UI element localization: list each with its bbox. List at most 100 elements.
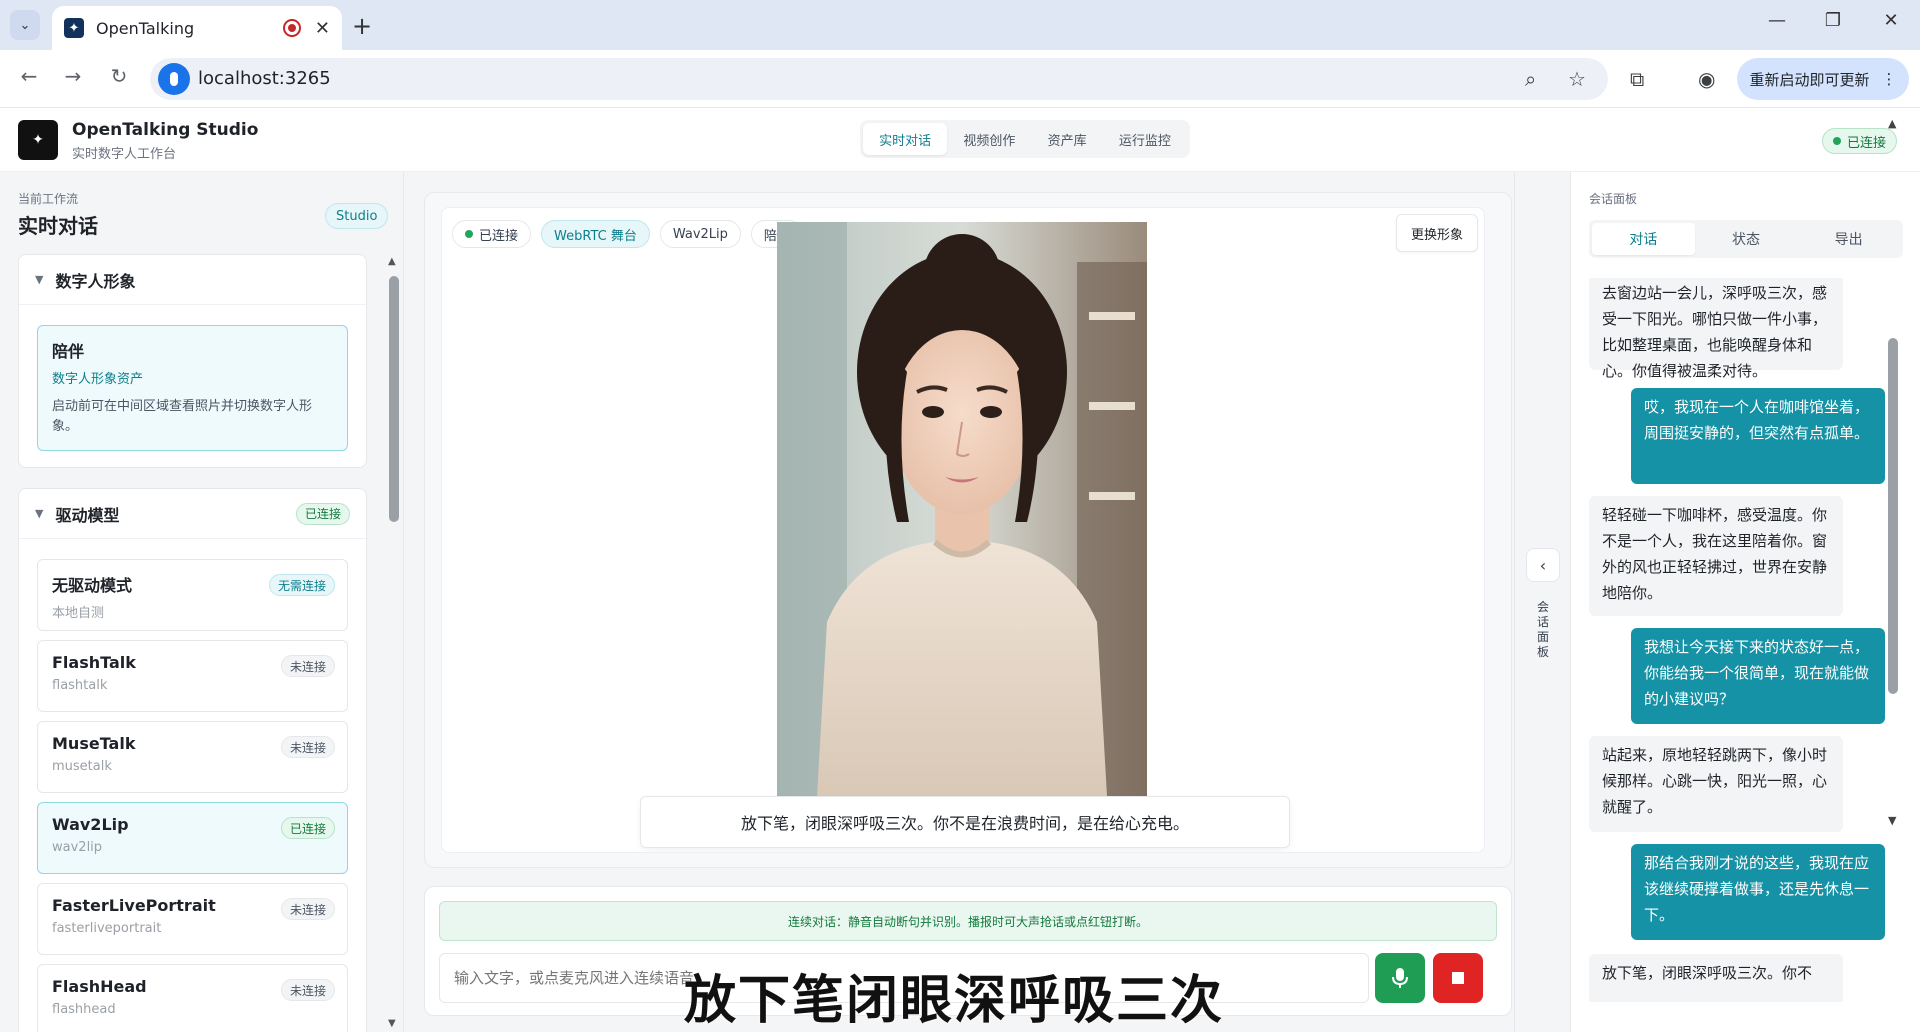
minimize-icon[interactable]: —: [1762, 10, 1792, 31]
chevron-left-icon: ‹: [1539, 555, 1547, 575]
nav-tab-realtime[interactable]: 实时对话: [863, 123, 948, 155]
forward-icon[interactable]: →: [58, 64, 88, 88]
app-header: ✦ OpenTalking Studio 实时数字人工作台 实时对话 视频创作 …: [0, 108, 1920, 172]
restore-icon[interactable]: ❐: [1818, 10, 1848, 31]
session-panel-title: 会话面板: [1589, 192, 1638, 206]
panel-collapse-strip: ‹ 会话面板: [1514, 172, 1570, 1032]
model-section-header[interactable]: ▼ 驱动模型 已连接: [19, 489, 366, 539]
collapse-panel-button[interactable]: ‹: [1526, 548, 1560, 582]
change-avatar-button[interactable]: 更换形象: [1395, 214, 1478, 252]
reload-icon[interactable]: ↻: [104, 64, 134, 88]
stage-tag-model: Wav2Lip: [659, 220, 741, 248]
stop-button[interactable]: [1433, 953, 1483, 1003]
model-status-badge: 未连接: [280, 979, 335, 1001]
main-area: 当前工作流 实时对话 Studio ▼ 数字人形象 陪伴 数字人形象资产 启动前…: [0, 172, 1920, 1032]
session-panel: 会话面板 对话 状态 导出 去窗边站一会儿，深呼吸三次，感受一下阳光。哪怕只做一…: [1570, 172, 1920, 1032]
recording-icon: [282, 19, 301, 37]
brand-title: OpenTalking Studio: [72, 120, 259, 140]
avatar-description: 启动前可在中间区域查看照片并切换数字人形象。: [52, 399, 313, 434]
nav-tab-monitor[interactable]: 运行监控: [1103, 123, 1187, 155]
tab-dialog[interactable]: 对话: [1592, 223, 1695, 255]
stage-tag-connected: 已连接: [452, 220, 532, 248]
nav-tab-assets[interactable]: 资产库: [1032, 123, 1103, 155]
model-item-none[interactable]: 无驱动模式 本地自测 无需连接: [37, 559, 348, 631]
model-sub: flashtalk: [52, 678, 108, 693]
model-item-flashhead[interactable]: FlashHead flashhead 未连接: [37, 964, 348, 1032]
tab-list-button[interactable]: ⌄: [10, 10, 40, 40]
extensions-icon[interactable]: ⧉: [1630, 67, 1644, 91]
avatar-section-header[interactable]: ▼ 数字人形象: [19, 255, 366, 305]
app-logo-icon: ✦: [18, 120, 58, 160]
chat-scroll-up-icon[interactable]: ▲: [1888, 117, 1896, 130]
avatar-section-title: 数字人形象: [55, 271, 136, 291]
left-scrollbar-thumb[interactable]: [389, 276, 399, 522]
stage-subtitle: 放下笔，闭眼深呼吸三次。你不是在浪费时间，是在给心充电。: [640, 796, 1290, 848]
omnibox[interactable]: localhost:3265 ⌕ ☆: [150, 58, 1608, 100]
chevron-down-icon: ⌄: [19, 17, 31, 33]
microphone-icon: [1392, 968, 1408, 988]
chat-message-ai: 放下笔，闭眼深呼吸三次。你不: [1589, 954, 1843, 1002]
session-tabs: 对话 状态 导出: [1589, 220, 1903, 258]
url-text[interactable]: localhost:3265: [198, 68, 331, 89]
model-sub: 本地自测: [52, 606, 105, 621]
model-section-title: 驱动模型: [55, 505, 120, 525]
model-status-badge: 无需连接: [268, 574, 335, 596]
model-item-wav2lip[interactable]: Wav2Lip wav2lip 已连接: [37, 802, 348, 874]
model-item-fasterliveportrait[interactable]: FasterLivePortrait fasterliveportrait 未连…: [37, 883, 348, 955]
status-dot-icon: [465, 230, 473, 238]
model-item-flashtalk[interactable]: FlashTalk flashtalk 未连接: [37, 640, 348, 712]
tab-title: OpenTalking: [96, 18, 195, 38]
chat-scrollbar-thumb[interactable]: [1888, 338, 1898, 694]
collapse-label: 会话面板: [1536, 600, 1549, 659]
more-menu-icon: ⋮: [1881, 70, 1897, 88]
avatar-section: ▼ 数字人形象 陪伴 数字人形象资产 启动前可在中间区域查看照片并切换数字人形象…: [18, 254, 367, 468]
stage-card: 已连接 WebRTC 舞台 Wav2Lip 陪伴 更换形象: [424, 192, 1512, 868]
main-nav: 实时对话 视频创作 资产库 运行监控: [860, 120, 1190, 158]
browser-tab[interactable]: ✦ OpenTalking ✕: [52, 6, 342, 50]
tab-status[interactable]: 状态: [1695, 223, 1798, 255]
brand-subtitle: 实时数字人工作台: [72, 147, 177, 162]
window-close-icon[interactable]: ✕: [1876, 10, 1906, 31]
stage-tag-webrtc: WebRTC 舞台: [541, 220, 650, 248]
close-tab-icon[interactable]: ✕: [315, 18, 330, 39]
model-sub: flashhead: [52, 1002, 116, 1017]
workflow-label: 当前工作流: [18, 192, 79, 206]
chat-scroll-down-icon[interactable]: ▼: [1888, 814, 1896, 827]
microphone-button[interactable]: [1375, 953, 1425, 1003]
stage-tag-connected-text: 已连接: [479, 228, 519, 244]
scroll-up-arrow-icon[interactable]: ▲: [388, 256, 396, 267]
chat-message-ai: 站起来，原地轻轻跳两下，像小时候那样。心跳一快，阳光一照，心就醒了。: [1589, 736, 1843, 832]
avatar-portrait-image: [777, 222, 1147, 796]
model-status-badge: 未连接: [280, 655, 335, 677]
zoom-icon[interactable]: ⌕: [1525, 67, 1536, 91]
studio-badge: Studio: [325, 203, 389, 229]
avatar-video: [777, 222, 1147, 796]
new-tab-button[interactable]: +: [352, 12, 372, 40]
overlay-caption: 放下笔闭眼深呼吸三次: [684, 971, 1225, 1031]
stage-tags: 已连接 WebRTC 舞台 Wav2Lip 陪伴: [452, 220, 803, 248]
browser-tabbar: ⌄ ✦ OpenTalking ✕ + — ❐ ✕: [0, 0, 1920, 50]
model-status-badge: 未连接: [280, 898, 335, 920]
avatar-item-companion[interactable]: 陪伴 数字人形象资产 启动前可在中间区域查看照片并切换数字人形象。: [37, 325, 348, 451]
avatar-name: 陪伴: [52, 342, 85, 361]
scroll-down-arrow-icon[interactable]: ▼: [388, 1018, 396, 1029]
update-label: 重新启动即可更新: [1749, 70, 1870, 89]
back-icon[interactable]: ←: [14, 64, 44, 88]
chat-message-user: 那结合我刚才说的这些，我现在应该继续硬撑着做事，还是先休息一下。: [1631, 844, 1885, 940]
bookmark-star-icon[interactable]: ☆: [1568, 67, 1586, 91]
tab-export[interactable]: 导出: [1797, 223, 1900, 255]
chat-message-ai: 轻轻碰一下咖啡杯，感受温度。你不是一个人，我在这里陪着你。窗外的风也正轻轻拂过，…: [1589, 496, 1843, 616]
caret-down-icon: ▼: [35, 507, 44, 520]
update-button[interactable]: 重新启动即可更新 ⋮: [1737, 58, 1909, 100]
mic-permission-icon[interactable]: [158, 63, 190, 95]
profile-icon[interactable]: ◉: [1698, 67, 1715, 91]
model-status-badge: 未连接: [280, 736, 335, 758]
webrtc-stage: 已连接 WebRTC 舞台 Wav2Lip 陪伴 更换形象: [441, 207, 1485, 853]
continuous-dialog-hint: 连续对话：静音自动断句并识别。播报时可大声抢话或点红钮打断。: [439, 901, 1497, 941]
nav-tab-video[interactable]: 视频创作: [947, 123, 1031, 155]
avatar-subtitle: 数字人形象资产: [52, 372, 144, 387]
model-item-musetalk[interactable]: MuseTalk musetalk 未连接: [37, 721, 348, 793]
stop-icon: [1452, 972, 1464, 984]
chat-log[interactable]: 去窗边站一会儿，深呼吸三次，感受一下阳光。哪怕只做一件小事，比如整理桌面，也能唤…: [1589, 278, 1889, 1002]
model-section: ▼ 驱动模型 已连接 无驱动模式 本地自测 无需连接 FlashTalk fla…: [18, 488, 367, 1032]
